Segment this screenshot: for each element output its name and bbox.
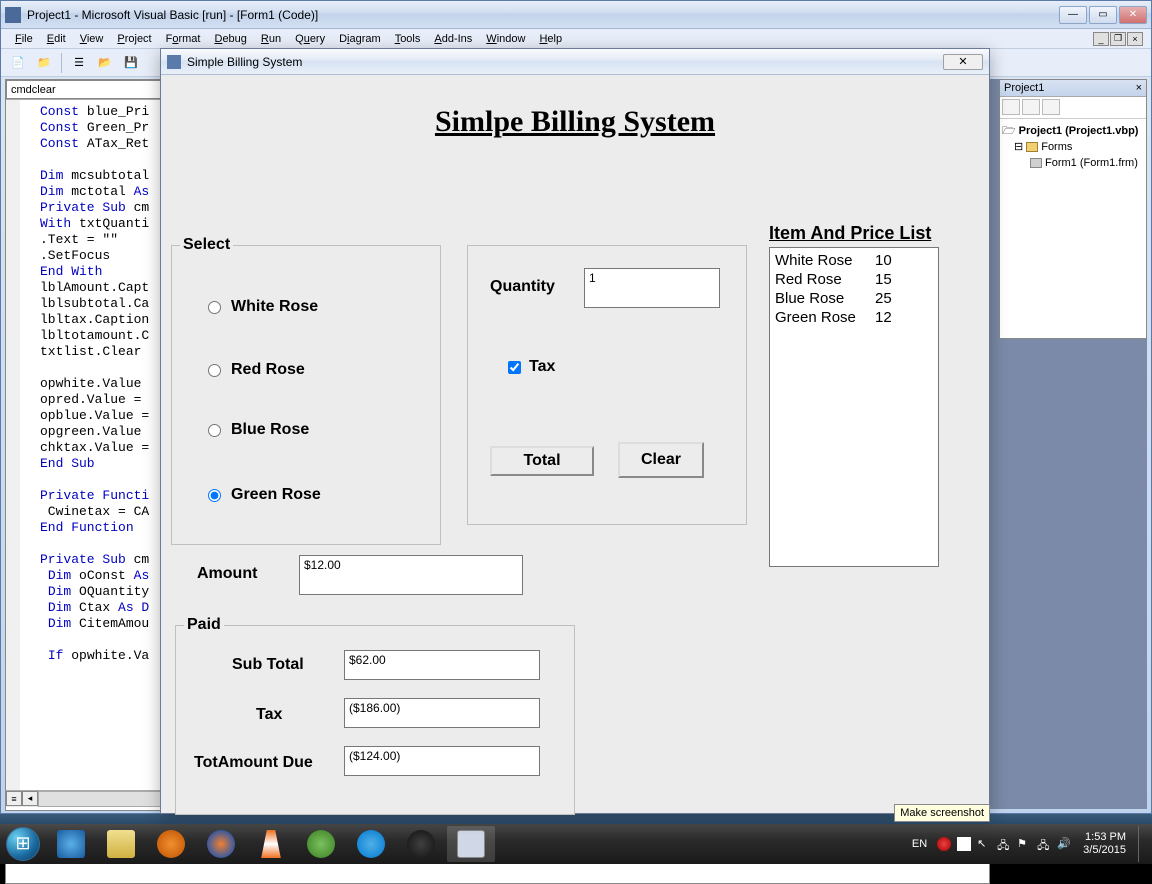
taskbar-explorer-icon[interactable]: [97, 826, 145, 862]
tray-tooltip: Make screenshot: [894, 804, 990, 822]
taskbar-mediaplayer-icon[interactable]: [147, 826, 195, 862]
menu-help[interactable]: Help: [533, 31, 568, 47]
menu-tools[interactable]: Tools: [389, 31, 427, 47]
menu-addins[interactable]: Add-Ins: [428, 31, 478, 47]
pe-title-text: Project1: [1004, 82, 1044, 94]
vb-menubar: File Edit View Project Format Debug Run …: [1, 29, 1151, 49]
show-desktop-button[interactable]: [1138, 826, 1146, 862]
radio-green-rose[interactable]: Green Rose: [208, 486, 321, 504]
price-listbox[interactable]: White Rose10 Red Rose15 Blue Rose25 Gree…: [769, 247, 939, 567]
tb-addproject-icon[interactable]: 📁: [33, 52, 55, 74]
vb-title: Project1 - Microsoft Visual Basic [run] …: [27, 8, 1059, 22]
clear-button[interactable]: Clear: [618, 442, 704, 478]
pe-close-icon[interactable]: ×: [1136, 82, 1142, 94]
vb-app-icon: [5, 7, 21, 23]
menu-run[interactable]: Run: [255, 31, 287, 47]
subtotal-label: Sub Total: [232, 656, 304, 674]
menu-diagram[interactable]: Diagram: [333, 31, 387, 47]
taskbar-firefox-icon[interactable]: [197, 826, 245, 862]
pricelist-heading: Item And Price List: [769, 223, 931, 244]
tray-stop-icon[interactable]: [957, 837, 971, 851]
menu-format[interactable]: Format: [160, 31, 207, 47]
menu-window[interactable]: Window: [480, 31, 531, 47]
tray-record-icon[interactable]: [937, 837, 951, 851]
radio-white-rose[interactable]: White Rose: [208, 298, 318, 316]
menu-debug[interactable]: Debug: [208, 31, 252, 47]
quantity-input[interactable]: 1: [584, 268, 720, 308]
menu-file[interactable]: File: [9, 31, 39, 47]
taskbar-idm-icon[interactable]: [397, 826, 445, 862]
form-body: Simlpe Billing System Select White Rose …: [161, 75, 989, 813]
tax-output: ($186.00): [344, 698, 540, 728]
menu-view[interactable]: View: [74, 31, 110, 47]
total-button[interactable]: Total: [490, 446, 594, 476]
system-tray: EN ↖ 🖧 ⚑ 🖧 🔊 1:53 PM 3/5/2015: [908, 826, 1152, 862]
form-close-button[interactable]: ✕: [943, 54, 983, 70]
totamount-label: TotAmount Due: [194, 754, 313, 772]
menu-project[interactable]: Project: [111, 31, 157, 47]
mdi-close[interactable]: ×: [1127, 32, 1143, 46]
totamount-output: ($124.00): [344, 746, 540, 776]
paid-frame-label: Paid: [184, 616, 224, 634]
pe-viewcode-icon[interactable]: [1002, 99, 1020, 115]
tray-network-icon[interactable]: 🖧: [1037, 837, 1051, 851]
tb-addform-icon[interactable]: 📄: [7, 52, 29, 74]
tray-language[interactable]: EN: [908, 838, 931, 850]
tax-checkbox[interactable]: Tax: [508, 358, 555, 376]
taskbar-utorrent-icon[interactable]: [297, 826, 345, 862]
tb-save-icon[interactable]: 💾: [120, 52, 142, 74]
select-frame-label: Select: [180, 236, 233, 254]
form-titlebar[interactable]: Simple Billing System ✕: [161, 49, 989, 75]
vb-titlebar[interactable]: Project1 - Microsoft Visual Basic [run] …: [1, 1, 1151, 29]
pe-viewobject-icon[interactable]: [1022, 99, 1040, 115]
quantity-frame: Quantity 1 Tax Total Clear: [467, 245, 747, 525]
menu-query[interactable]: Query: [289, 31, 331, 47]
radio-red-rose[interactable]: Red Rose: [208, 361, 305, 379]
quantity-label: Quantity: [490, 278, 555, 296]
windows-taskbar: EN ↖ 🖧 ⚑ 🖧 🔊 1:53 PM 3/5/2015: [0, 824, 1152, 864]
menu-edit[interactable]: Edit: [41, 31, 72, 47]
tb-open-icon[interactable]: 📂: [94, 52, 116, 74]
amount-output: $12.00: [299, 555, 523, 595]
maximize-button[interactable]: ▭: [1089, 6, 1117, 24]
subtotal-output: $62.00: [344, 650, 540, 680]
billing-form-window: Simple Billing System ✕ Simlpe Billing S…: [160, 48, 990, 814]
tray-misc2-icon[interactable]: ⚑: [1017, 837, 1031, 851]
tray-misc1-icon[interactable]: 🖧: [997, 837, 1011, 851]
tax-output-label: Tax: [256, 706, 282, 724]
select-frame: Select White Rose Red Rose Blue Rose Gre…: [171, 245, 441, 545]
form-heading: Simlpe Billing System: [161, 105, 989, 139]
form-icon: [167, 55, 181, 69]
pe-tree[interactable]: 🗁Project1 (Project1.vbp) ⊟Forms Form1 (F…: [1000, 119, 1146, 175]
tray-volume-icon[interactable]: 🔊: [1057, 837, 1071, 851]
pe-togglefolders-icon[interactable]: [1042, 99, 1060, 115]
project-explorer: Project1 × 🗁Project1 (Project1.vbp) ⊟For…: [999, 79, 1147, 339]
taskbar-skype-icon[interactable]: [347, 826, 395, 862]
minimize-button[interactable]: —: [1059, 6, 1087, 24]
start-button[interactable]: [0, 824, 46, 864]
taskbar-ie-icon[interactable]: [47, 826, 95, 862]
tray-clock[interactable]: 1:53 PM 3/5/2015: [1077, 831, 1132, 857]
mdi-minimize[interactable]: _: [1093, 32, 1109, 46]
paid-frame: Paid Sub Total $62.00 Tax ($186.00) TotA…: [175, 625, 575, 815]
close-button[interactable]: ✕: [1119, 6, 1147, 24]
tb-menu-editor-icon[interactable]: ☰: [68, 52, 90, 74]
amount-label: Amount: [197, 565, 257, 583]
mdi-restore[interactable]: ❐: [1110, 32, 1126, 46]
taskbar-vlc-icon[interactable]: [247, 826, 295, 862]
radio-blue-rose[interactable]: Blue Rose: [208, 421, 309, 439]
tray-cursor-icon[interactable]: ↖: [977, 837, 991, 851]
form-title: Simple Billing System: [187, 55, 943, 69]
taskbar-vb-icon[interactable]: [447, 826, 495, 862]
